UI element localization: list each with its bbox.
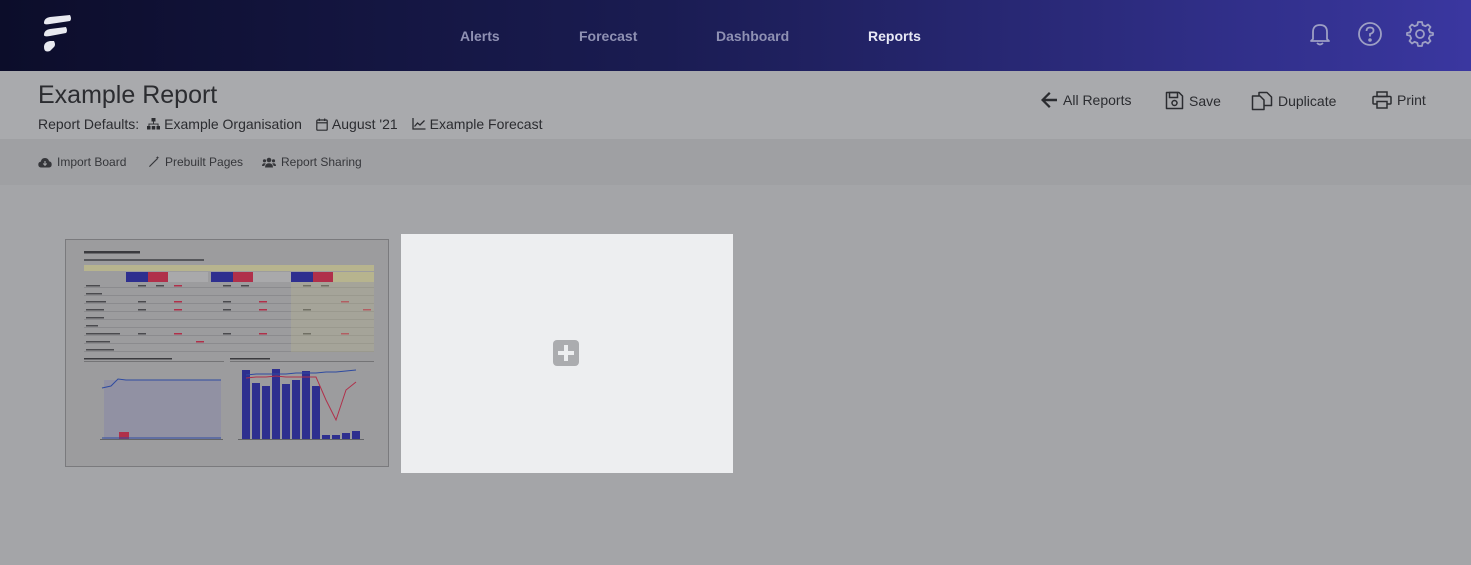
import-board-button[interactable]: Import Board bbox=[38, 155, 126, 169]
calendar-icon bbox=[316, 118, 328, 131]
help-icon[interactable] bbox=[1356, 20, 1384, 48]
prebuilt-pages-button[interactable]: Prebuilt Pages bbox=[148, 155, 243, 169]
cloud-download-icon bbox=[38, 157, 52, 167]
report-page-thumbnail[interactable] bbox=[65, 239, 389, 467]
nav-forecast[interactable]: Forecast bbox=[579, 0, 637, 71]
save-icon bbox=[1165, 91, 1184, 110]
page-title: Example Report bbox=[38, 81, 218, 109]
duplicate-label: Duplicate bbox=[1278, 93, 1337, 109]
forecast-selector[interactable]: Example Forecast bbox=[412, 116, 543, 132]
prebuilt-pages-label: Prebuilt Pages bbox=[165, 155, 244, 169]
plus-square-icon[interactable] bbox=[553, 340, 579, 366]
nav-reports[interactable]: Reports bbox=[868, 0, 921, 71]
organisation-selector[interactable]: Example Organisation bbox=[147, 116, 302, 132]
report-defaults-label: Report Defaults: bbox=[38, 116, 140, 132]
organisation-label: Example Organisation bbox=[164, 116, 302, 132]
gear-icon[interactable] bbox=[1406, 20, 1434, 48]
top-nav-bar: Alerts Forecast Dashboard Reports bbox=[0, 0, 1471, 71]
report-toolbar: Import Board Prebuilt Pages Report Shari… bbox=[0, 139, 1471, 185]
arrow-left-icon bbox=[1041, 92, 1057, 108]
print-label: Print bbox=[1397, 92, 1426, 108]
bell-icon[interactable] bbox=[1306, 20, 1334, 48]
users-icon bbox=[262, 157, 276, 167]
nav-alerts[interactable]: Alerts bbox=[460, 0, 500, 71]
period-label: August '21 bbox=[331, 116, 398, 132]
save-label: Save bbox=[1189, 92, 1221, 109]
report-page-preview bbox=[84, 251, 374, 440]
import-board-label: Import Board bbox=[57, 155, 127, 169]
save-button[interactable]: Save bbox=[1165, 91, 1221, 110]
app-logo-icon[interactable] bbox=[40, 15, 74, 55]
report-header: Example Report Report Defaults: Example … bbox=[0, 71, 1471, 139]
all-reports-button[interactable]: All Reports bbox=[1040, 91, 1131, 109]
report-sharing-label: Report Sharing bbox=[281, 155, 362, 169]
duplicate-button[interactable]: Duplicate bbox=[1251, 91, 1336, 111]
magic-wand-icon bbox=[149, 156, 160, 167]
line-chart-icon bbox=[412, 118, 426, 130]
all-reports-label: All Reports bbox=[1063, 92, 1132, 108]
print-button[interactable]: Print bbox=[1372, 91, 1426, 109]
print-icon bbox=[1372, 91, 1392, 109]
report-defaults: Report Defaults: Example Organisation Au… bbox=[38, 116, 556, 132]
forecast-label: Example Forecast bbox=[429, 116, 543, 132]
add-page-card[interactable] bbox=[401, 234, 733, 473]
duplicate-icon bbox=[1251, 91, 1273, 111]
report-sharing-button[interactable]: Report Sharing bbox=[262, 155, 362, 169]
nav-dashboard[interactable]: Dashboard bbox=[716, 0, 789, 71]
period-selector[interactable]: August '21 bbox=[316, 116, 398, 132]
sitemap-icon bbox=[147, 118, 161, 130]
